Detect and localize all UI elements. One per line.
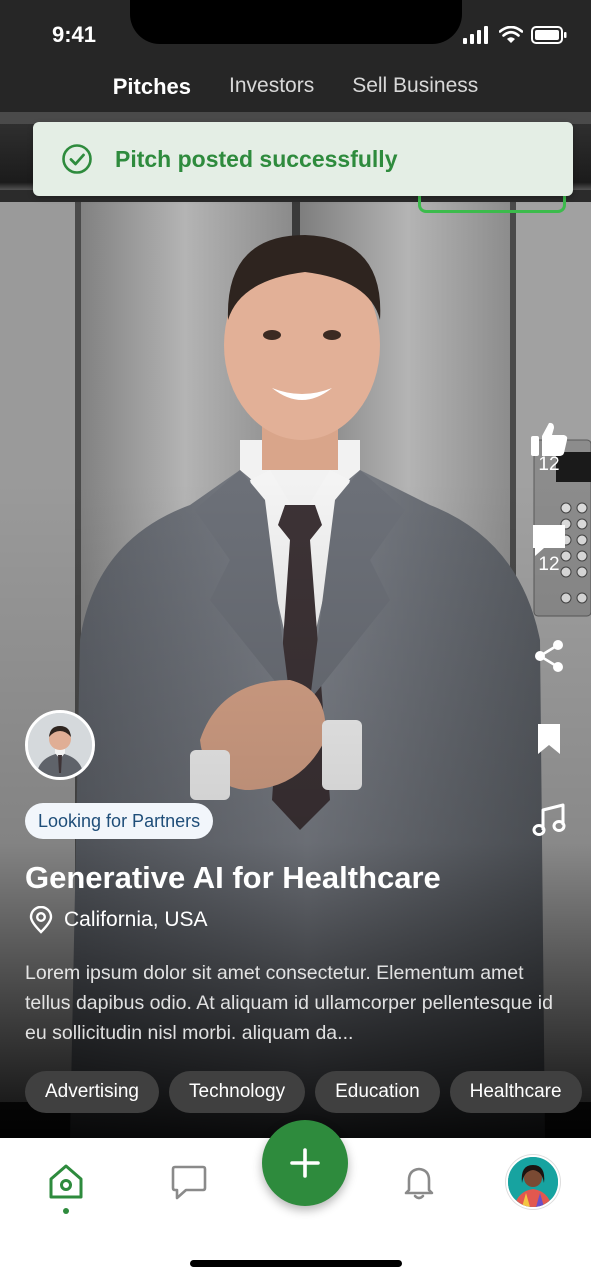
create-pitch-button[interactable] xyxy=(262,1120,348,1206)
pitch-location: California, USA xyxy=(28,906,208,934)
thumbs-up-icon xyxy=(531,422,568,456)
category-tags: Advertising Technology Education Healthc… xyxy=(25,1071,582,1113)
share-button[interactable] xyxy=(524,638,574,674)
status-bar: 9:41 xyxy=(0,0,591,70)
pitcher-avatar-image xyxy=(28,713,92,777)
comment-button[interactable]: 12 xyxy=(524,522,574,576)
profile-avatar-image xyxy=(508,1157,558,1207)
music-note-icon xyxy=(532,803,566,836)
tag-chip[interactable]: Advertising xyxy=(25,1071,159,1113)
share-icon xyxy=(535,640,563,672)
pitch-title: Generative AI for Healthcare xyxy=(25,860,441,895)
bookmark-icon xyxy=(538,724,560,754)
tag-chip[interactable]: Healthcare xyxy=(449,1071,582,1113)
music-button[interactable] xyxy=(524,802,574,838)
device-notch xyxy=(130,0,462,44)
pitch-description[interactable]: Lorem ipsum dolor sit amet consectetur. … xyxy=(25,958,570,1048)
tab-investors[interactable]: Investors xyxy=(229,74,314,100)
top-tab-bar: Pitches Investors Sell Business xyxy=(0,74,591,100)
chat-icon xyxy=(171,1165,207,1200)
bottom-navigation xyxy=(0,1120,591,1280)
comment-count: 12 xyxy=(538,554,560,575)
location-text: California, USA xyxy=(64,908,208,931)
bookmark-button[interactable] xyxy=(524,722,574,756)
plus-icon xyxy=(290,1148,320,1178)
comment-icon xyxy=(533,525,565,556)
check-circle-icon xyxy=(62,144,92,174)
cellular-signal-icon xyxy=(463,26,488,44)
like-count: 12 xyxy=(538,454,560,475)
toast-message: Pitch posted successfully xyxy=(115,145,398,172)
wifi-icon xyxy=(499,26,523,43)
nav-profile-avatar[interactable] xyxy=(506,1155,560,1209)
nav-messages[interactable] xyxy=(167,1160,211,1204)
active-indicator-dot xyxy=(63,1208,69,1214)
success-toast[interactable]: Pitch posted successfully xyxy=(33,122,573,196)
tag-chip[interactable]: Education xyxy=(315,1071,440,1113)
like-button[interactable]: 12 xyxy=(524,420,574,476)
status-icons xyxy=(463,26,567,44)
status-tag: Looking for Partners xyxy=(25,803,214,839)
nav-notifications[interactable] xyxy=(397,1160,441,1204)
nav-home[interactable] xyxy=(44,1160,88,1204)
bell-icon xyxy=(404,1167,434,1200)
battery-icon xyxy=(531,26,567,44)
home-indicator xyxy=(190,1260,402,1267)
tag-chip[interactable]: Technology xyxy=(169,1071,306,1113)
status-time: 9:41 xyxy=(52,22,97,47)
pitcher-avatar[interactable] xyxy=(25,710,95,780)
location-pin-icon xyxy=(29,906,53,934)
tab-sell-business[interactable]: Sell Business xyxy=(352,74,478,100)
home-icon xyxy=(49,1164,83,1199)
tab-pitches[interactable]: Pitches xyxy=(113,74,191,100)
